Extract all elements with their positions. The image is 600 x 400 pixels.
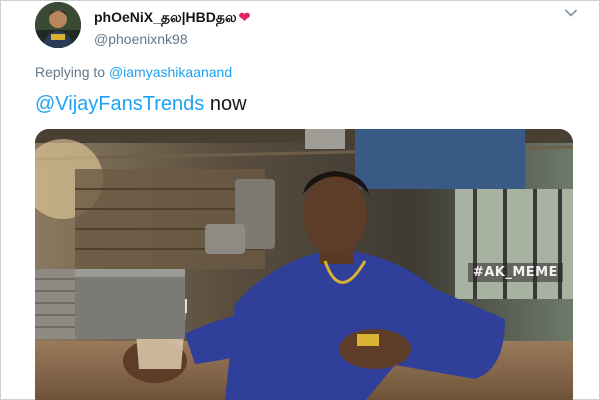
avatar-image bbox=[35, 2, 81, 48]
heart-emoji: ❤ bbox=[238, 9, 251, 25]
user-handle[interactable]: @phoenixnk98 bbox=[94, 30, 250, 48]
watermark: #AK_MEME bbox=[467, 263, 563, 282]
author-block: phOeNiX_தல|HBDதல ❤ @phoenixnk98 bbox=[94, 8, 250, 48]
avatar[interactable] bbox=[35, 2, 81, 48]
replying-prefix: Replying to bbox=[35, 64, 106, 80]
tweet-card: phOeNiX_தல|HBDதல ❤ @phoenixnk98 Replying … bbox=[0, 0, 600, 400]
mention-link[interactable]: @VijayFansTrends bbox=[35, 93, 204, 115]
tweet-text-rest: now bbox=[204, 93, 247, 115]
display-name-text: phOeNiX_தல|HBDதல bbox=[94, 9, 237, 25]
tweet-media[interactable]: #AK_MEME bbox=[35, 129, 573, 400]
tweet-text: @VijayFansTrends now bbox=[35, 93, 247, 116]
display-name[interactable]: phOeNiX_தல|HBDதல ❤ bbox=[94, 8, 250, 26]
chevron-down-icon[interactable] bbox=[563, 5, 579, 21]
replying-to-link[interactable]: @iamyashikaanand bbox=[109, 64, 232, 80]
replying-to-line: Replying to @iamyashikaanand bbox=[35, 64, 232, 80]
